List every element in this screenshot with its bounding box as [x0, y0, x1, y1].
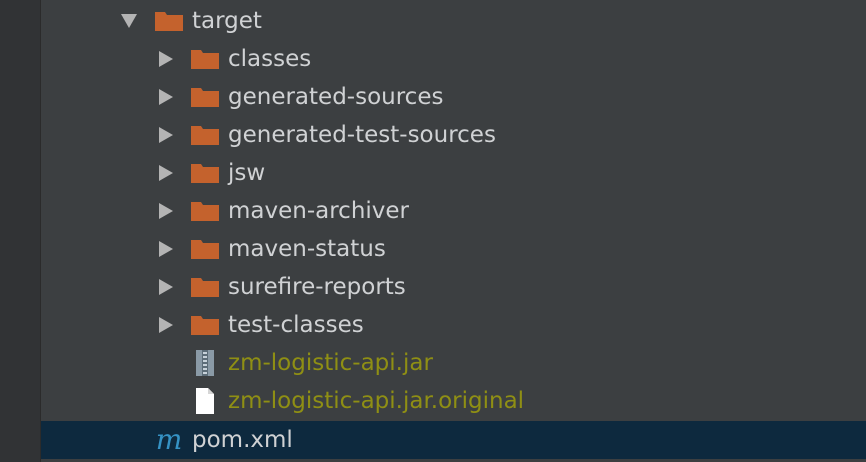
tree-node-folder[interactable]: jsw [41, 154, 866, 192]
folder-icon [190, 268, 220, 306]
expand-arrow-right-icon[interactable] [156, 78, 176, 116]
tree-node-folder[interactable]: generated-sources [41, 78, 866, 116]
expand-arrow-right-icon[interactable] [156, 40, 176, 78]
project-tree-panel: target classes generated-sources generat… [0, 0, 866, 462]
tree-node-file[interactable]: zm-logistic-api.jar.original [41, 382, 866, 420]
tree-node-label: surefire-reports [228, 274, 406, 300]
folder-icon [190, 306, 220, 344]
tree-node-folder[interactable]: maven-archiver [41, 192, 866, 230]
tree-node-label: maven-status [228, 236, 386, 262]
expand-arrow-right-icon[interactable] [156, 230, 176, 268]
tree-node-label: zm-logistic-api.jar.original [228, 388, 525, 414]
tree-node-pom-xml[interactable]: m pom.xml [41, 421, 866, 459]
tree-node-folder[interactable]: test-classes [41, 306, 866, 344]
file-icon [190, 382, 220, 420]
tree-node-file[interactable]: zm-logistic-api.jar [41, 344, 866, 382]
tree-node-label: maven-archiver [228, 198, 410, 224]
folder-icon [190, 78, 220, 116]
tree-node-label: pom.xml [192, 427, 293, 453]
tree-node-label: jsw [228, 160, 266, 186]
project-tree: target classes generated-sources generat… [41, 0, 866, 462]
expand-arrow-right-icon[interactable] [156, 268, 176, 306]
folder-icon [190, 40, 220, 78]
expand-arrow-right-icon[interactable] [156, 192, 176, 230]
tree-node-label: generated-test-sources [228, 122, 496, 148]
expand-arrow-right-icon[interactable] [156, 116, 176, 154]
maven-icon: m [155, 423, 183, 456]
tree-node-folder[interactable]: surefire-reports [41, 268, 866, 306]
tree-node-label: zm-logistic-api.jar [228, 350, 433, 376]
tree-node-label: target [192, 8, 262, 34]
tree-node-folder[interactable]: classes [41, 40, 866, 78]
tree-node-folder[interactable]: generated-test-sources [41, 116, 866, 154]
expand-arrow-down-icon[interactable] [119, 2, 139, 40]
folder-icon [190, 230, 220, 268]
tree-node-folder[interactable]: maven-status [41, 230, 866, 268]
tree-node-label: generated-sources [228, 84, 444, 110]
expand-arrow-right-icon[interactable] [156, 306, 176, 344]
expand-arrow-right-icon[interactable] [156, 154, 176, 192]
tree-node-label: test-classes [228, 312, 364, 338]
jar-archive-icon [190, 344, 220, 382]
tool-window-gutter [0, 0, 41, 462]
tree-node-target[interactable]: target [41, 2, 866, 40]
tree-node-label: classes [228, 46, 312, 72]
folder-icon [154, 2, 184, 40]
folder-icon [190, 192, 220, 230]
folder-icon [190, 154, 220, 192]
folder-icon [190, 116, 220, 154]
